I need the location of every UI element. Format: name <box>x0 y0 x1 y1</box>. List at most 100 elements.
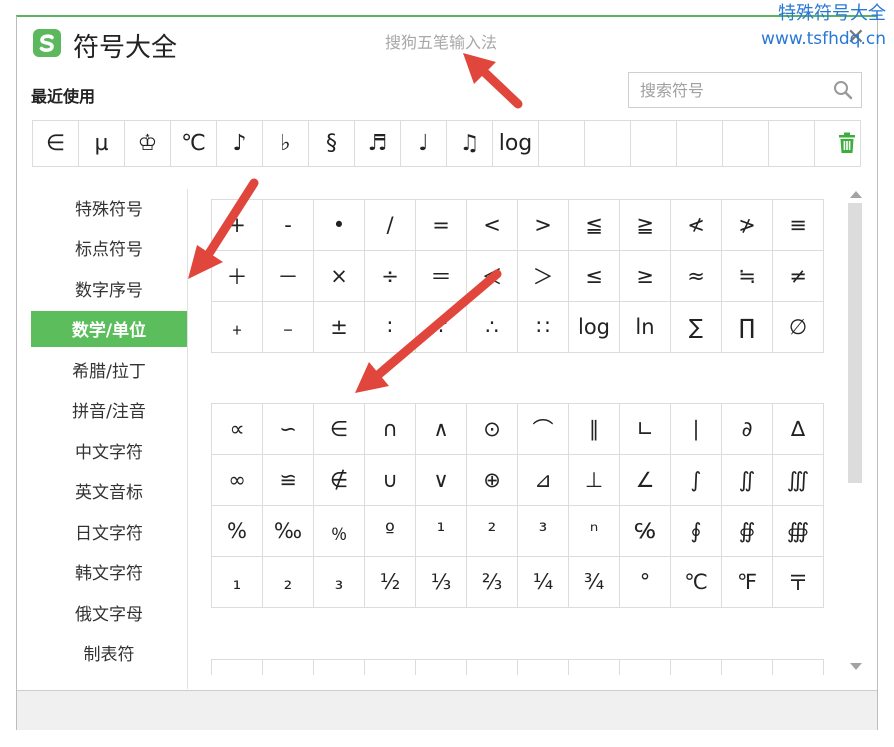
symbol-cell[interactable]: < <box>467 200 518 251</box>
symbol-cell[interactable] <box>365 660 416 675</box>
symbol-cell[interactable]: ° <box>620 557 671 608</box>
symbol-cell[interactable]: ⊕ <box>467 455 518 506</box>
symbol-cell[interactable]: ⁿ <box>569 506 620 557</box>
recent-symbol-cell[interactable]: log <box>493 121 539 167</box>
symbol-cell[interactable]: ∪ <box>365 455 416 506</box>
symbol-cell[interactable]: log <box>569 302 620 353</box>
symbol-cell[interactable]: ∫ <box>671 455 722 506</box>
symbol-cell[interactable]: ⌒ <box>518 404 569 455</box>
symbol-cell[interactable]: ≡ <box>773 200 824 251</box>
category-item[interactable]: 数字序号 <box>31 270 187 306</box>
symbol-cell[interactable]: ₁ <box>212 557 263 608</box>
recent-symbol-cell[interactable] <box>539 121 585 167</box>
symbol-cell[interactable]: ≦ <box>569 200 620 251</box>
symbol-cell[interactable]: º <box>365 506 416 557</box>
recent-symbol-cell[interactable]: ♬ <box>355 121 401 167</box>
category-item[interactable]: 英文音标 <box>31 473 187 509</box>
symbol-cell[interactable]: ≯ <box>722 200 773 251</box>
symbol-cell[interactable]: ¼ <box>518 557 569 608</box>
symbol-cell[interactable]: ∶ <box>365 302 416 353</box>
symbol-cell[interactable]: ± <box>314 302 365 353</box>
symbol-cell[interactable]: ⊙ <box>467 404 518 455</box>
category-item[interactable]: 俄文字母 <box>31 594 187 630</box>
symbol-cell[interactable]: ∰ <box>773 506 824 557</box>
symbol-cell[interactable]: ¾ <box>569 557 620 608</box>
symbol-cell[interactable]: ∏ <box>722 302 773 353</box>
symbol-cell[interactable]: ⊿ <box>518 455 569 506</box>
symbol-cell[interactable]: + <box>212 200 263 251</box>
symbol-cell[interactable]: ÷ <box>365 251 416 302</box>
symbol-cell[interactable]: ¹ <box>416 506 467 557</box>
symbol-cell[interactable]: ⊥ <box>569 455 620 506</box>
symbol-cell[interactable]: ½ <box>365 557 416 608</box>
symbol-cell[interactable] <box>773 660 824 675</box>
recent-symbol-cell[interactable]: § <box>309 121 355 167</box>
symbol-cell[interactable]: ∝ <box>212 404 263 455</box>
symbol-cell[interactable]: ∞ <box>212 455 263 506</box>
vertical-scrollbar[interactable] <box>846 189 864 677</box>
symbol-cell[interactable]: ≤ <box>569 251 620 302</box>
symbol-cell[interactable]: ∆ <box>773 404 824 455</box>
symbol-cell[interactable]: ﹢ <box>212 302 263 353</box>
symbol-cell[interactable]: • <box>314 200 365 251</box>
scroll-thumb[interactable] <box>848 203 862 483</box>
symbol-cell[interactable]: % <box>212 506 263 557</box>
symbol-cell[interactable]: ∮ <box>671 506 722 557</box>
symbol-cell[interactable]: ⅔ <box>467 557 518 608</box>
symbol-cell[interactable] <box>620 660 671 675</box>
symbol-cell[interactable]: ln <box>620 302 671 353</box>
symbol-cell[interactable] <box>569 660 620 675</box>
symbol-cell[interactable]: ≈ <box>671 251 722 302</box>
symbol-cell[interactable]: ∷ <box>518 302 569 353</box>
symbol-cell[interactable]: ∨ <box>416 455 467 506</box>
recent-symbol-cell[interactable]: µ <box>79 121 125 167</box>
symbol-cell[interactable]: ∴ <box>467 302 518 353</box>
symbol-cell[interactable]: 〒 <box>773 557 824 608</box>
symbol-cell[interactable]: ∯ <box>722 506 773 557</box>
category-item[interactable]: 制表符 <box>31 635 187 671</box>
recent-symbol-cell[interactable] <box>631 121 677 167</box>
symbol-cell[interactable]: ＋ <box>212 251 263 302</box>
scroll-up-icon[interactable] <box>850 191 862 198</box>
symbol-cell[interactable] <box>263 660 314 675</box>
recent-symbol-cell[interactable] <box>723 121 769 167</box>
symbol-cell[interactable]: ≧ <box>620 200 671 251</box>
recent-symbol-cell[interactable]: ♫ <box>447 121 493 167</box>
symbol-cell[interactable]: ∥ <box>569 404 620 455</box>
symbol-cell[interactable]: ≌ <box>263 455 314 506</box>
symbol-cell[interactable]: ≥ <box>620 251 671 302</box>
recent-symbol-cell[interactable]: ∈ <box>33 121 79 167</box>
symbol-cell[interactable] <box>722 660 773 675</box>
recent-symbol-cell[interactable]: ♔ <box>125 121 171 167</box>
symbol-cell[interactable]: ∬ <box>722 455 773 506</box>
scroll-down-icon[interactable] <box>850 663 862 670</box>
recent-symbol-cell[interactable]: ♩ <box>401 121 447 167</box>
symbol-cell[interactable]: ∩ <box>365 404 416 455</box>
category-item[interactable]: 拼音/注音 <box>31 392 187 428</box>
symbol-cell[interactable]: ∑ <box>671 302 722 353</box>
symbol-cell[interactable]: ≒ <box>722 251 773 302</box>
category-item[interactable]: 日文字符 <box>31 513 187 549</box>
symbol-cell[interactable]: ⅓ <box>416 557 467 608</box>
symbol-cell[interactable]: ≮ <box>671 200 722 251</box>
symbol-cell[interactable]: ₃ <box>314 557 365 608</box>
symbol-cell[interactable]: ℉ <box>722 557 773 608</box>
recent-symbol-cell[interactable] <box>677 121 723 167</box>
symbol-cell[interactable]: ₂ <box>263 557 314 608</box>
symbol-cell[interactable]: ³ <box>518 506 569 557</box>
recent-symbol-cell[interactable] <box>585 121 631 167</box>
symbol-cell[interactable] <box>671 660 722 675</box>
symbol-cell[interactable] <box>314 660 365 675</box>
recent-symbol-cell[interactable]: ♪ <box>217 121 263 167</box>
symbol-cell[interactable]: ² <box>467 506 518 557</box>
symbol-cell[interactable]: > <box>518 200 569 251</box>
category-item[interactable]: 数学/单位 <box>31 310 187 347</box>
symbol-cell[interactable]: × <box>314 251 365 302</box>
symbol-cell[interactable]: ∈ <box>314 404 365 455</box>
symbol-cell[interactable]: － <box>263 251 314 302</box>
symbol-cell[interactable] <box>518 660 569 675</box>
symbol-cell[interactable] <box>212 660 263 675</box>
category-item[interactable]: 特殊符号 <box>31 189 187 225</box>
category-item[interactable]: 标点符号 <box>31 230 187 266</box>
symbol-cell[interactable]: ＝ <box>416 251 467 302</box>
